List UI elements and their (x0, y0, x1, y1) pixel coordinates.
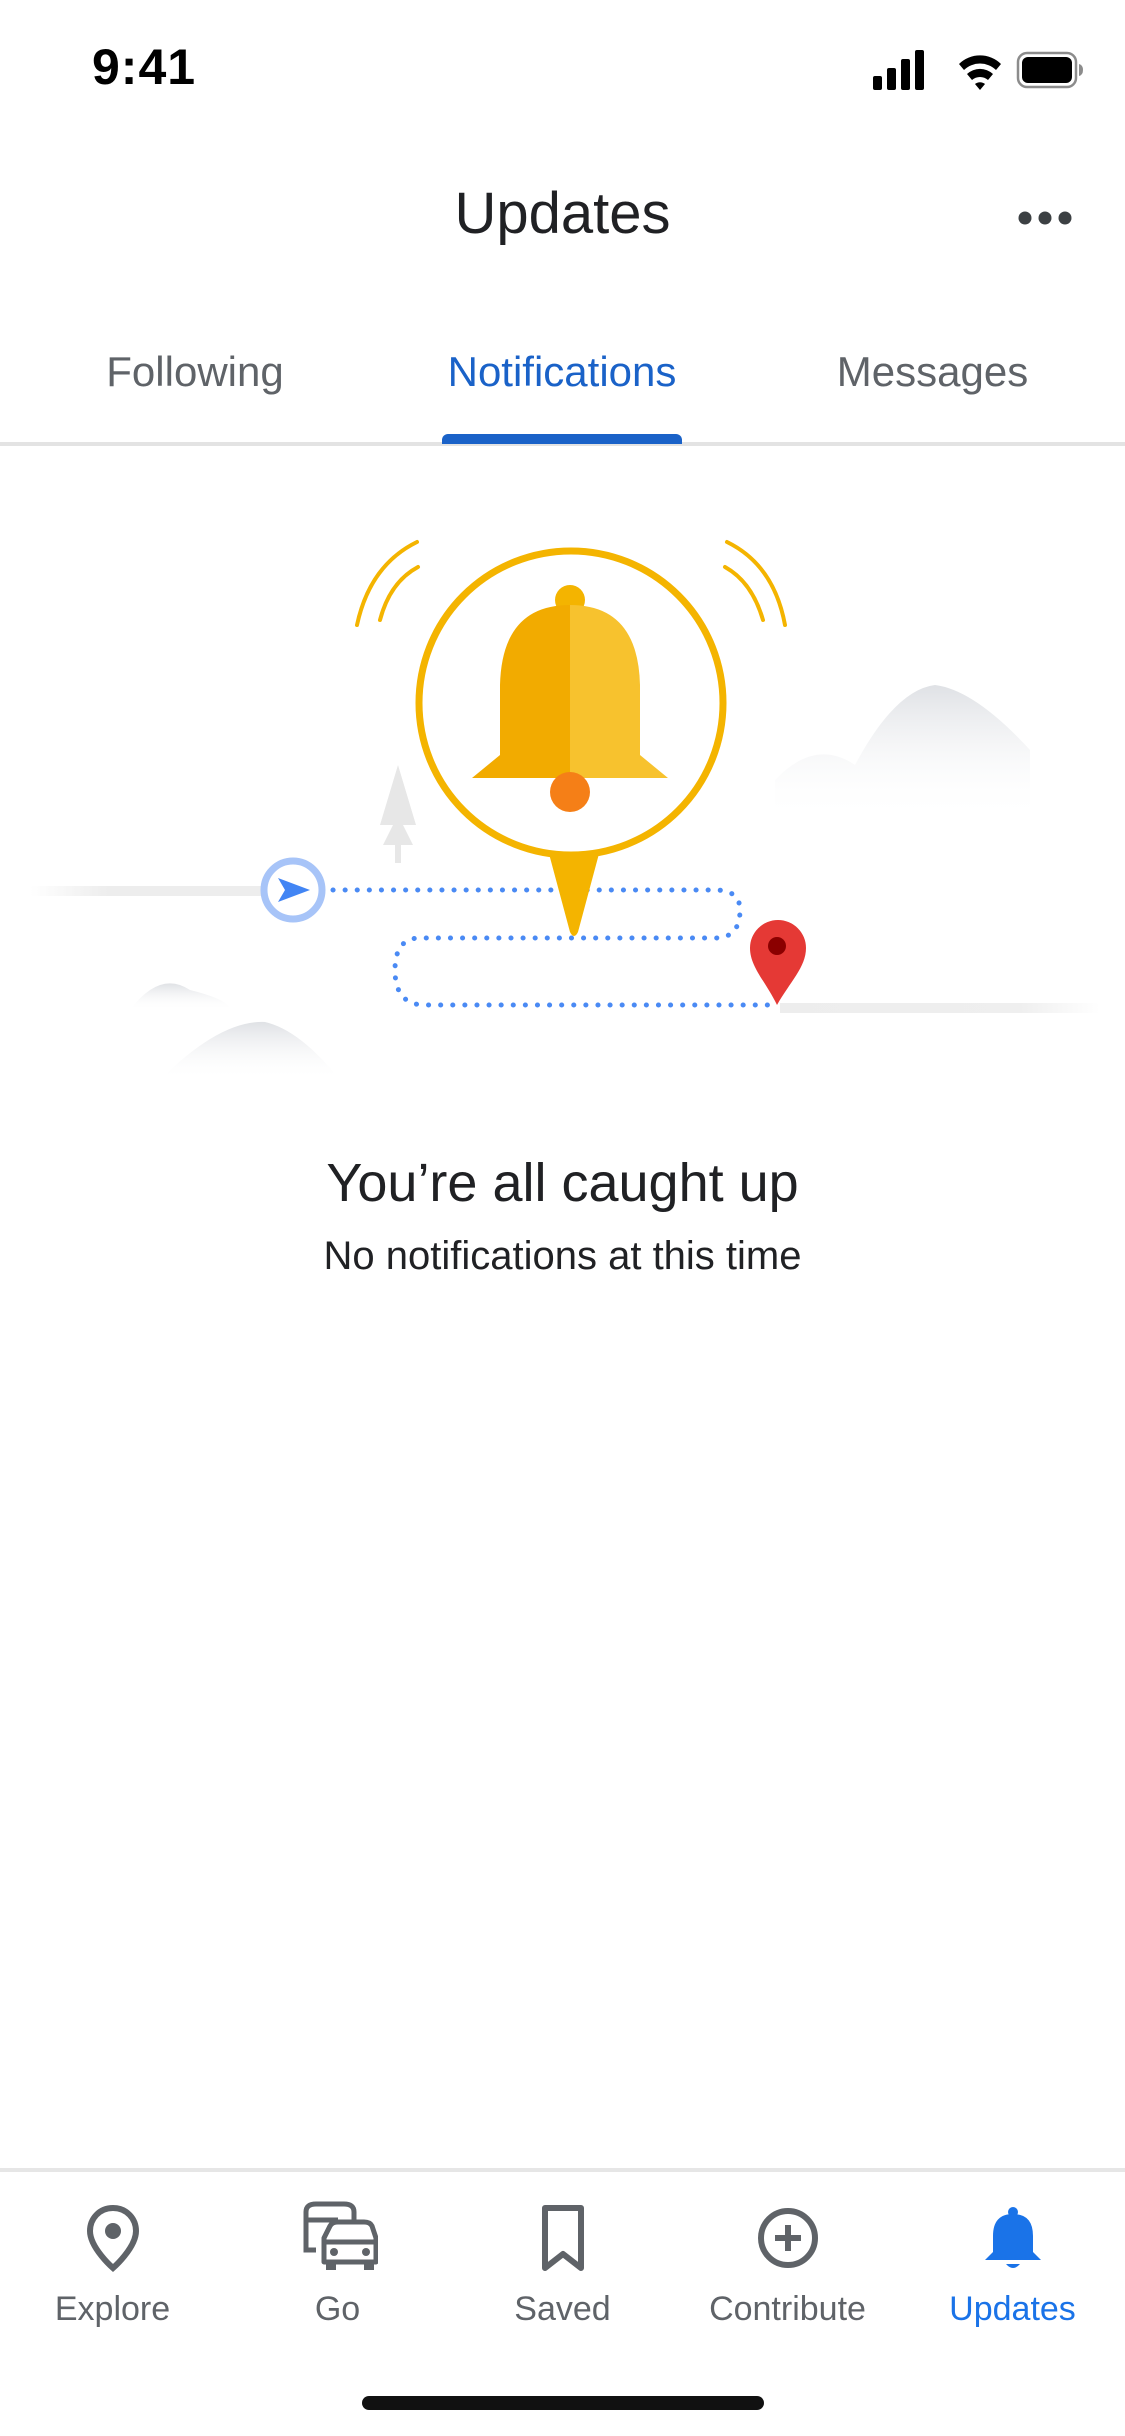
nav-label: Contribute (709, 2290, 866, 2328)
status-icons (873, 50, 1083, 90)
nav-item-explore[interactable]: Explore (0, 2198, 225, 2348)
tab-label: Messages (836, 348, 1029, 395)
status-time: 9:41 (92, 39, 197, 95)
signal-icon (873, 50, 924, 90)
bottom-nav-divider (0, 2168, 1125, 2172)
nav-label: Explore (54, 2290, 171, 2328)
tab-label: Notifications (447, 348, 677, 395)
empty-state-title: You’re all caught up (326, 1153, 799, 1213)
add-circle-icon (757, 2208, 818, 2268)
hills-right (775, 685, 1030, 820)
battery-icon (1016, 51, 1083, 89)
tree (380, 765, 416, 845)
empty-state-subtitle: No notifications at this time (323, 1234, 802, 1278)
nav-label: Saved (514, 2290, 611, 2328)
wifi-icon (959, 55, 1001, 90)
road-left (30, 886, 290, 896)
nav-item-contribute[interactable]: Contribute (675, 2198, 900, 2348)
page-title: Updates (454, 181, 671, 246)
bookmark-icon (541, 2205, 584, 2271)
tab-messages[interactable]: Messages (740, 330, 1125, 446)
tab-notifications[interactable]: Notifications (372, 330, 752, 446)
dotted-route (330, 887, 778, 1008)
location-pin-icon (86, 2204, 139, 2272)
road-right (780, 1003, 1100, 1013)
active-tab-indicator (442, 434, 682, 444)
tab-label: Following (106, 348, 284, 395)
destination-pin-icon (750, 920, 806, 1005)
more-options-button[interactable] (1005, 188, 1085, 248)
tab-following[interactable]: Following (0, 330, 390, 446)
nav-label: Updates (949, 2290, 1076, 2328)
commute-icon (303, 2201, 378, 2270)
hill-left (160, 1021, 340, 1080)
nav-item-saved[interactable]: Saved (450, 2198, 675, 2348)
more-horizontal-icon (1018, 211, 1072, 225)
home-indicator[interactable] (362, 2396, 764, 2410)
nav-item-updates[interactable]: Updates (900, 2198, 1125, 2348)
hill-left-small (130, 983, 230, 1010)
tab-bar: Following Notifications Messages (0, 330, 1125, 446)
nav-item-go[interactable]: Go (225, 2198, 450, 2348)
bell-icon (984, 2207, 1041, 2268)
bell-icon (415, 547, 727, 936)
bell-route-illustration (30, 540, 1100, 1080)
nav-label: Go (314, 2290, 361, 2328)
